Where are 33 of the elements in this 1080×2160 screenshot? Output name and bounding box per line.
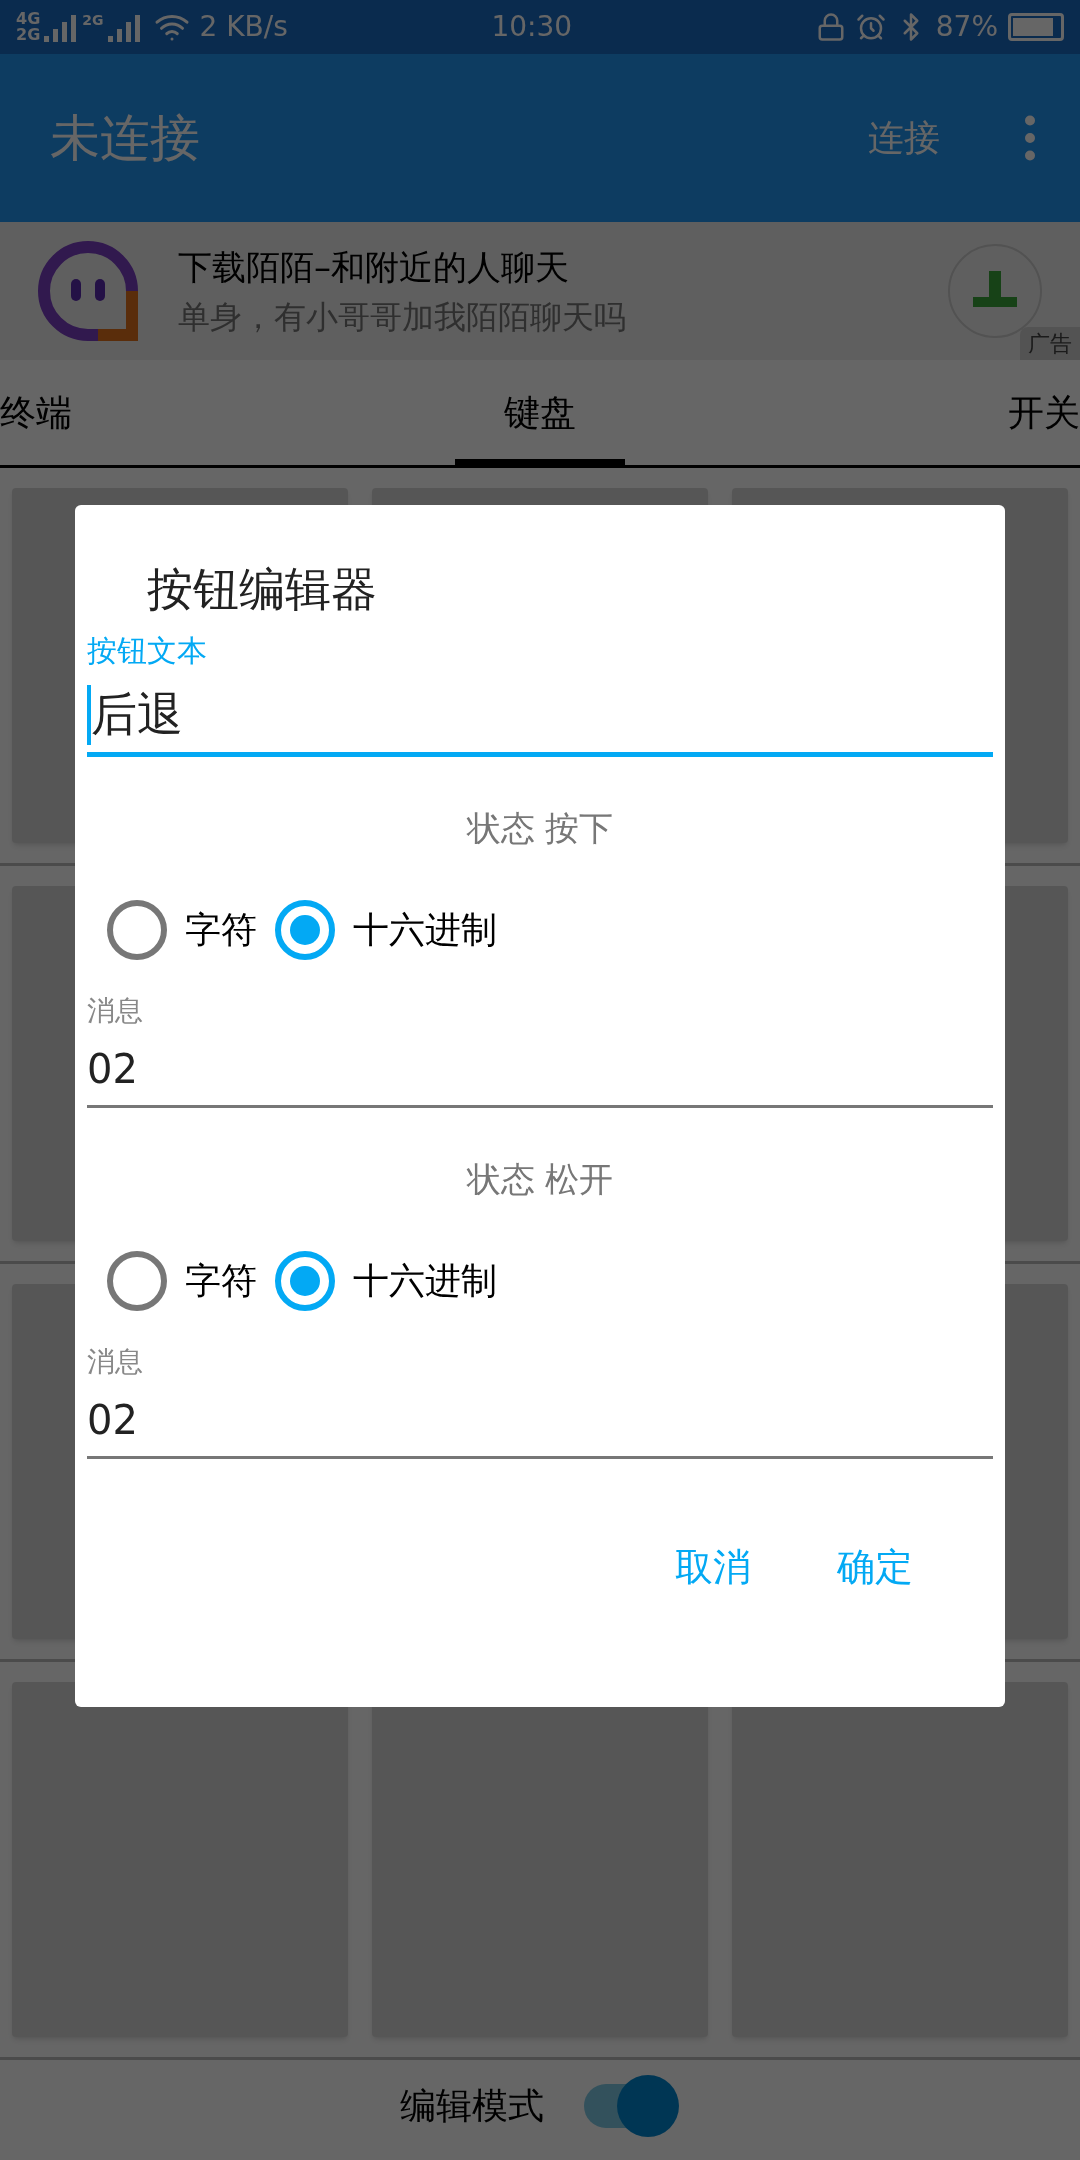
keypad-key[interactable] — [12, 1682, 348, 2037]
section-heading: 状态 按下 — [466, 807, 614, 850]
battery-percent: 87% — [935, 9, 998, 45]
tab[interactable]: 终端 — [0, 360, 72, 465]
network-label: 2G — [82, 11, 104, 30]
app-title: 未连接 — [50, 107, 201, 169]
message-label: 消息 — [87, 1344, 144, 1380]
alarm-icon — [855, 12, 886, 42]
radio-option[interactable]: 十六进制 — [275, 1251, 497, 1311]
network-label: 4G — [16, 11, 41, 27]
radio-option[interactable]: 字符 — [107, 900, 257, 960]
keypad-key[interactable] — [732, 1682, 1068, 2037]
signal-icon — [107, 12, 142, 42]
network-speed: 2 KB/s — [199, 9, 288, 45]
clock: 10:30 — [491, 9, 573, 45]
tab[interactable]: 键盘 — [455, 360, 625, 465]
edit-mode-label: 编辑模式 — [400, 2084, 544, 2128]
battery-icon — [1008, 13, 1064, 41]
button-text-field[interactable]: 后退 — [87, 677, 993, 757]
radio-option[interactable]: 字符 — [107, 1251, 257, 1311]
dialog-title: 按钮编辑器 — [147, 561, 378, 618]
app-logo-icon — [38, 241, 138, 341]
tab[interactable]: 开关 — [1008, 360, 1080, 465]
network-label: 2G — [16, 27, 41, 43]
section-heading: 状态 松开 — [466, 1158, 614, 1201]
message-field[interactable]: 02 — [87, 1032, 993, 1108]
ad-title: 下载陌陌–和附近的人聊天 — [178, 245, 570, 289]
ad-badge: 广告 — [1020, 327, 1080, 360]
radio-option[interactable]: 十六进制 — [275, 900, 497, 960]
field-label: 按钮文本 — [87, 632, 208, 670]
message-label: 消息 — [87, 993, 144, 1029]
signal-icon — [44, 12, 79, 42]
message-field[interactable]: 02 — [87, 1383, 993, 1459]
